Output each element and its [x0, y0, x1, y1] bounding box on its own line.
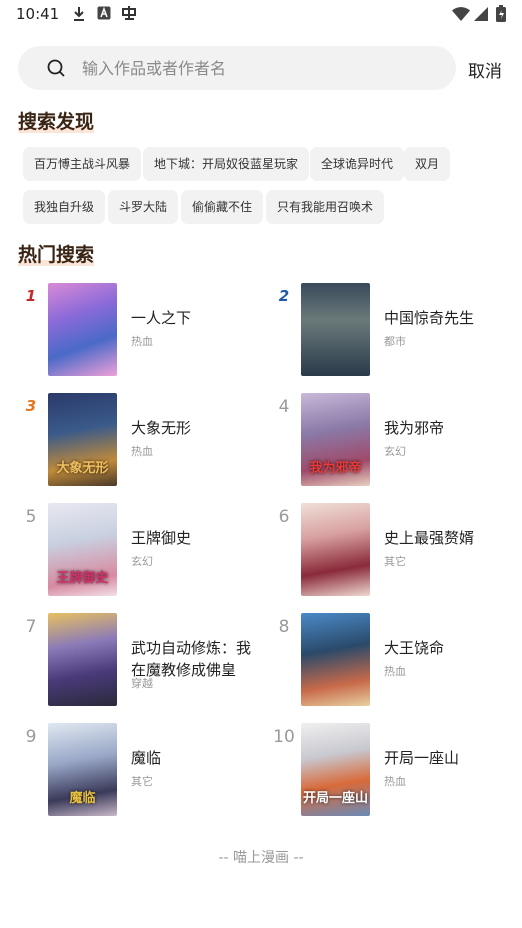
search-input[interactable]: [82, 46, 442, 90]
comic-title: 王牌御史: [131, 529, 192, 547]
rank-badge: 2: [278, 287, 290, 305]
comic-cover[interactable]: [48, 283, 117, 376]
comic-genre: 热血: [131, 335, 153, 348]
comic-cover[interactable]: [301, 503, 370, 596]
comic-genre: 玄幻: [131, 555, 153, 568]
comic-title: 我为邪帝: [384, 419, 445, 437]
discover-tag[interactable]: 偷偷藏不住: [181, 190, 264, 224]
comic-genre: 其它: [384, 555, 406, 568]
status-time: 10:41: [16, 5, 60, 23]
hot-item[interactable]: 10 开局一座山 开局一座山 热血: [271, 723, 521, 817]
comic-cover[interactable]: [301, 613, 370, 706]
rank-badge: 6: [278, 507, 290, 527]
hot-item[interactable]: 5 王牌御史 王牌御史 玄幻: [18, 503, 268, 597]
discover-title: 搜索发现: [18, 107, 95, 134]
rank-badge: 7: [25, 617, 37, 637]
hot-item[interactable]: 3 大象无形 大象无形 热血: [18, 393, 268, 487]
comic-cover[interactable]: [301, 283, 370, 376]
comic-title: 大王饶命: [384, 639, 445, 657]
hot-item[interactable]: 4 我为邪帝 我为邪帝 玄幻: [271, 393, 521, 487]
rank-badge: 4: [278, 397, 290, 417]
comic-genre: 穿越: [131, 677, 153, 690]
rank-badge: 8: [278, 617, 290, 637]
discover-tag[interactable]: 只有我能用召唤术: [266, 190, 385, 224]
cancel-button[interactable]: 取消: [468, 57, 502, 82]
battery-icon: [496, 5, 506, 26]
hot-title: 热门搜索: [18, 240, 95, 267]
comic-genre: 玄幻: [384, 445, 406, 458]
hot-item[interactable]: 7 武功自动修炼：我在魔教修成佛皇 穿越: [18, 613, 268, 707]
status-bar: 10:41: [0, 0, 522, 28]
discover-tag[interactable]: 我独自升级: [23, 190, 106, 224]
hot-item[interactable]: 6 史上最强赘婿 其它: [271, 503, 521, 597]
rank-badge: 9: [25, 727, 37, 747]
hot-item[interactable]: 9 魔临 魔临 其它: [18, 723, 268, 817]
hot-item[interactable]: 8 大王饶命 热血: [271, 613, 521, 707]
comic-cover[interactable]: 王牌御史: [48, 503, 117, 596]
hot-item[interactable]: 2 中国惊奇先生 都市: [271, 283, 521, 377]
comic-title: 大象无形: [131, 419, 192, 437]
hot-item[interactable]: 1 一人之下 热血: [18, 283, 268, 377]
rank-badge: 1: [25, 287, 37, 305]
discover-tag[interactable]: 地下城：开局奴役蓝星玩家: [143, 147, 310, 181]
comic-cover[interactable]: 开局一座山: [301, 723, 370, 816]
comic-genre: 热血: [384, 775, 406, 788]
app-icon: [120, 4, 138, 26]
search-box[interactable]: [18, 46, 456, 90]
search-icon: [46, 58, 66, 78]
signal-icon: [474, 7, 488, 25]
comic-genre: 都市: [384, 335, 406, 348]
discover-tag[interactable]: 全球诡异时代: [310, 147, 405, 181]
discover-tag[interactable]: 斗罗大陆: [108, 190, 179, 224]
download-icon: [72, 6, 86, 26]
rank-badge: 3: [25, 397, 37, 415]
comic-title: 魔临: [131, 749, 162, 767]
search-row: 取消: [18, 46, 508, 90]
footer-text: -- 喵上漫画 --: [218, 850, 304, 866]
comic-cover[interactable]: 我为邪帝: [301, 393, 370, 486]
hot-title-text: 热门搜索: [18, 244, 95, 266]
comic-title: 开局一座山: [384, 749, 460, 767]
discover-title-text: 搜索发现: [18, 111, 95, 133]
wifi-icon: [452, 7, 470, 25]
comic-genre: 其它: [131, 775, 153, 788]
comic-title: 中国惊奇先生: [384, 309, 475, 327]
comic-title: 一人之下: [131, 309, 192, 327]
comic-genre: 热血: [131, 445, 153, 458]
rank-badge: 5: [25, 507, 37, 527]
comic-genre: 热血: [384, 665, 406, 678]
rank-badge: 10: [273, 727, 295, 747]
font-icon: [97, 6, 111, 24]
comic-cover[interactable]: [48, 613, 117, 706]
discover-tag[interactable]: 百万愽主战斗风暴: [23, 147, 142, 181]
comic-title: 史上最强赘婿: [384, 529, 475, 547]
discover-tag[interactable]: 双月: [404, 147, 451, 181]
comic-cover[interactable]: 大象无形: [48, 393, 117, 486]
comic-cover[interactable]: 魔临: [48, 723, 117, 816]
